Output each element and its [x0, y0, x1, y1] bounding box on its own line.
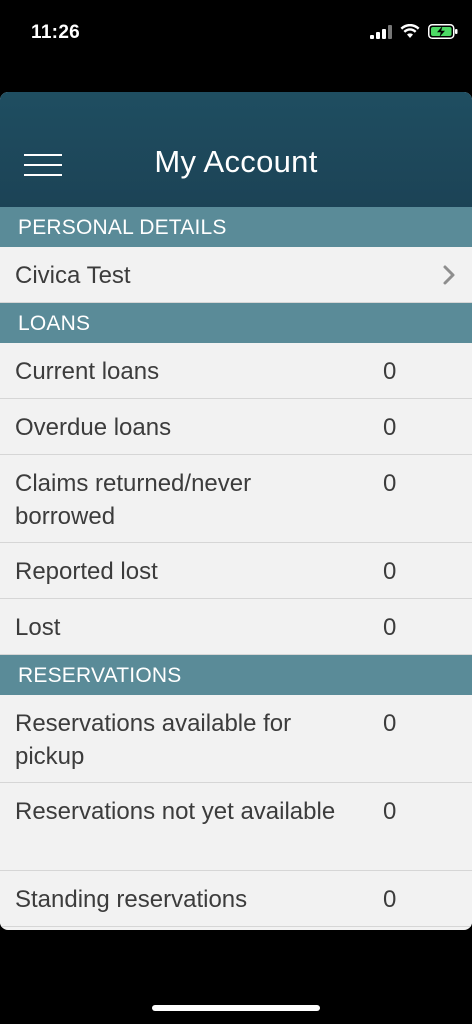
list-item-lost: Lost 0	[0, 599, 472, 655]
row-value: 0	[383, 710, 397, 737]
row-value: 0	[383, 470, 397, 497]
list-item-reported-lost: Reported lost 0	[0, 543, 472, 599]
row-label: Standing reservations	[15, 886, 248, 913]
row-value: 0	[383, 798, 397, 825]
row-label: Reported lost	[15, 558, 158, 585]
status-icons	[370, 24, 458, 39]
home-indicator[interactable]	[152, 1005, 320, 1011]
signal-icon	[370, 24, 392, 39]
row-label: Overdue loans	[15, 414, 172, 441]
row-value: 0	[383, 414, 397, 441]
row-value: 0	[383, 614, 397, 641]
list-item-overdue-loans: Overdue loans 0	[0, 399, 472, 455]
row-value: 0	[383, 886, 397, 913]
list-item-claims-returned: Claims returned/never borrowed 0	[0, 455, 472, 543]
row-value: 0	[383, 558, 397, 585]
wifi-icon	[400, 24, 420, 38]
row-label: Current loans	[15, 358, 160, 385]
row-label: Reservations available for pickup	[15, 710, 292, 770]
chevron-right-icon	[443, 265, 455, 285]
section-header-loans: LOANS	[0, 303, 472, 343]
row-label: Reservations not yet available	[15, 798, 336, 825]
account-panel: My Account PERSONAL DETAILS Civica Test …	[0, 92, 472, 930]
section-header-personal-details: PERSONAL DETAILS	[0, 207, 472, 247]
list-item-reservations-not-available: Reservations not yet available 0	[0, 783, 472, 871]
phone-screen: 11:26 My Account PERSONAL DETAILS Civica…	[0, 0, 472, 1024]
status-bar: 11:26	[0, 0, 472, 70]
list-item-standing-reservations: Standing reservations 0	[0, 871, 472, 927]
list-item-reservations-available: Reservations available for pickup 0	[0, 695, 472, 783]
status-time: 11:26	[31, 22, 81, 43]
battery-charging-icon	[428, 24, 458, 39]
row-label: Lost	[15, 614, 61, 641]
row-label: Civica Test	[15, 262, 131, 289]
page-title: My Account	[154, 144, 318, 179]
app-header: My Account	[0, 92, 472, 207]
row-value: 0	[383, 358, 397, 385]
section-header-reservations: RESERVATIONS	[0, 655, 472, 695]
personal-details-row[interactable]: Civica Test	[0, 247, 472, 303]
row-label: Claims returned/never borrowed	[15, 470, 252, 530]
list-item-current-loans: Current loans 0	[0, 343, 472, 399]
